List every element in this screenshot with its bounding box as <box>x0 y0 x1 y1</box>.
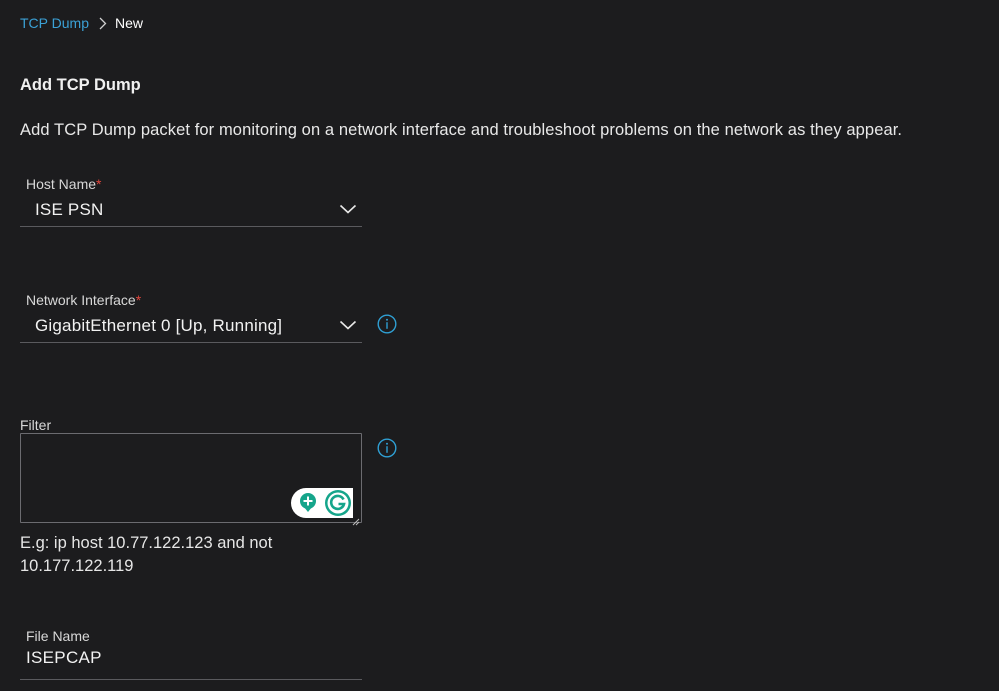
grammarly-bulb-icon[interactable] <box>296 491 320 515</box>
file-name-label: File Name <box>26 628 90 644</box>
chevron-right-icon <box>99 17 107 30</box>
network-interface-info-icon[interactable] <box>377 314 397 334</box>
filter-info-icon[interactable] <box>377 438 397 458</box>
grammarly-icon[interactable] <box>324 489 352 517</box>
file-name-input[interactable]: ISEPCAP <box>20 645 362 680</box>
breadcrumb-link-tcp-dump[interactable]: TCP Dump <box>20 15 89 31</box>
required-asterisk: * <box>96 176 102 192</box>
page-description: Add TCP Dump packet for monitoring on a … <box>20 121 903 139</box>
host-name-label-text: Host Name <box>26 176 97 192</box>
file-name-value: ISEPCAP <box>26 648 102 667</box>
tcp-dump-page: TCP Dump New Add TCP Dump Add TCP Dump p… <box>0 0 999 691</box>
required-asterisk: * <box>135 292 142 308</box>
host-name-select[interactable]: ISE PSN <box>20 192 362 227</box>
filter-hint-line2: 10.177.122.119 <box>20 557 134 575</box>
filter-hint: E.g: ip host 10.77.122.123 and not 10.17… <box>20 532 350 578</box>
host-name-value: ISE PSN <box>35 200 104 219</box>
filter-textarea[interactable] <box>20 433 362 526</box>
filter-label: Filter <box>20 417 52 433</box>
host-name-label: Host Name* <box>26 176 101 192</box>
resize-handle-icon[interactable] <box>352 513 360 526</box>
page-title: Add TCP Dump <box>20 76 141 94</box>
network-interface-value: GigabitEthernet 0 [Up, Running] <box>35 316 283 335</box>
breadcrumb: TCP Dump New <box>20 15 143 31</box>
network-interface-label: Network Interface* <box>26 292 141 308</box>
chevron-down-icon <box>339 318 357 330</box>
filter-hint-line1: E.g: ip host 10.77.122.123 and not <box>20 534 273 552</box>
network-interface-select[interactable]: GigabitEthernet 0 [Up, Running] <box>20 308 362 343</box>
network-interface-label-text: Network Interface <box>26 292 136 308</box>
breadcrumb-current: New <box>114 15 143 31</box>
grammarly-widget[interactable] <box>291 488 353 518</box>
chevron-down-icon <box>339 202 357 214</box>
